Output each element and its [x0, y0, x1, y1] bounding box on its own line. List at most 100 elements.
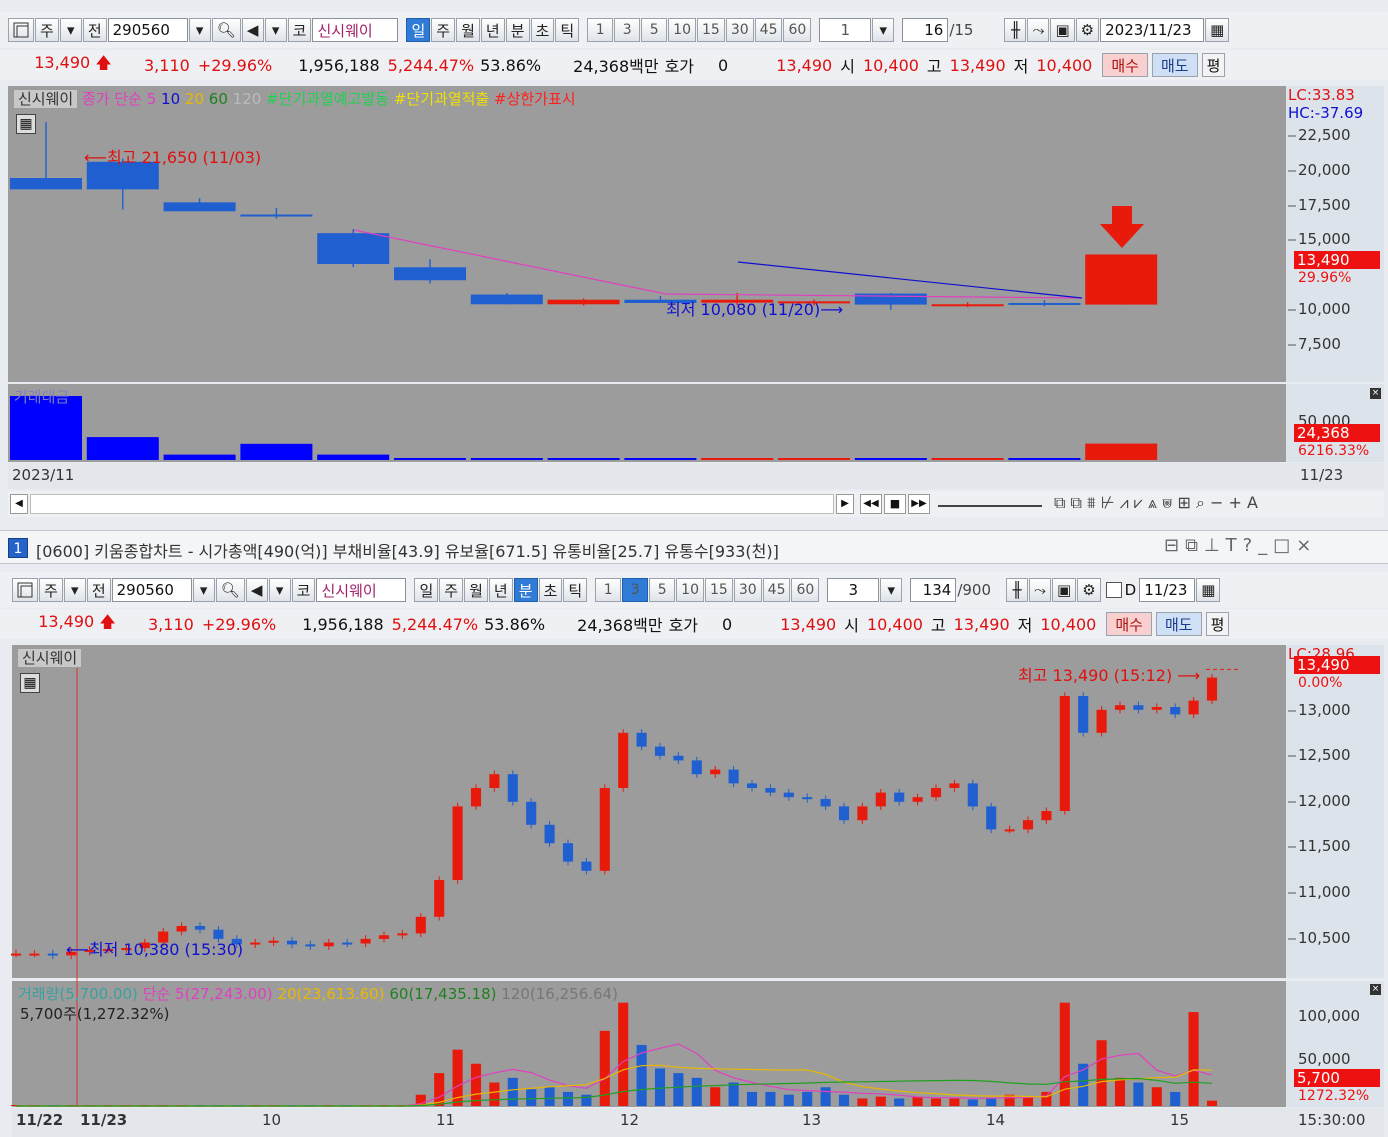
candle-body	[820, 799, 831, 807]
volume-legend-bottom: 거래량(5,700.00) 단순 5(27,243.00) 20(23,613.…	[18, 983, 618, 1004]
volume-bar	[820, 1087, 831, 1106]
candle-body	[194, 926, 206, 930]
candle-body	[47, 953, 58, 956]
ytick-12500: 12,500	[1298, 746, 1351, 764]
volume-bar	[1188, 1012, 1199, 1106]
volume-bar	[470, 1063, 482, 1106]
candle-body	[765, 788, 776, 793]
candle-body	[562, 843, 574, 862]
volume-bar	[673, 1073, 684, 1106]
candle-body	[1133, 705, 1144, 710]
candle-body	[581, 861, 592, 871]
candle-body	[489, 774, 500, 788]
x-label-12: 12	[620, 1111, 640, 1129]
candle-body	[838, 806, 850, 821]
candle-body	[1188, 700, 1199, 715]
candle-body	[710, 769, 721, 775]
ytick-13000: 13,000	[1298, 701, 1351, 719]
volume-legend-line2: 5,700주(1,272.32%)	[20, 1005, 170, 1023]
volume-bar	[710, 1087, 721, 1106]
candle-body	[728, 769, 739, 784]
candle-body	[470, 788, 482, 807]
candle-body	[360, 938, 371, 944]
volume-bar	[489, 1082, 500, 1106]
pct-tag: 0.00%	[1298, 675, 1343, 691]
volume-bar	[746, 1091, 758, 1106]
volume-bar	[526, 1089, 537, 1106]
x-label-1122: 11/22	[16, 1111, 64, 1129]
volume-bar	[544, 1087, 555, 1106]
table-toggle-icon[interactable]: ▦	[20, 673, 40, 693]
candle-body	[967, 783, 978, 807]
candle-body	[783, 792, 794, 798]
candle-body	[912, 797, 923, 802]
volume-bar	[618, 1002, 629, 1106]
candle-body	[250, 942, 261, 945]
volume-bar	[1133, 1082, 1144, 1106]
candle-body	[1004, 829, 1015, 832]
candle-body	[1096, 709, 1107, 733]
candle-body	[507, 774, 518, 802]
legend-volume: 거래량(5,700.00)	[18, 985, 138, 1003]
candle-body	[323, 942, 334, 947]
candle-body	[1114, 705, 1126, 710]
legend-vol-ma20: 20(23,613.60)	[277, 985, 385, 1003]
candle-body	[1170, 707, 1181, 715]
high-annotation: 최고 13,490 (15:12) ⟶	[1018, 666, 1201, 685]
volume-bar	[1206, 1100, 1218, 1106]
candle-body	[949, 783, 960, 788]
candle-body	[894, 792, 905, 802]
candle-body	[1022, 820, 1034, 830]
candle-body	[544, 824, 555, 844]
volume-bar	[1151, 1087, 1162, 1106]
candle-body	[378, 935, 390, 939]
candle-body	[434, 880, 445, 917]
ytick-11000: 11,000	[1298, 883, 1351, 901]
candle-body	[857, 806, 868, 821]
legend-vol-ma120: 120(16,256.64)	[501, 985, 618, 1003]
volume-bar	[986, 1097, 997, 1106]
candle-body	[654, 746, 666, 756]
volume-bar	[1114, 1077, 1126, 1106]
candle-body	[268, 940, 279, 943]
vol-tag: 5,700	[1294, 1069, 1380, 1087]
x-label-10: 10	[262, 1111, 282, 1129]
candle-body	[1078, 696, 1089, 733]
volume-bar	[507, 1077, 518, 1106]
x-label-11: 11	[436, 1111, 456, 1129]
ytick-12000: 12,000	[1298, 792, 1351, 810]
ytick-10500: 10,500	[1298, 929, 1351, 947]
candle-body	[397, 933, 408, 936]
x-label-time: 15:30:00	[1298, 1111, 1366, 1129]
candle-body	[176, 926, 187, 932]
vol-pct-tag: 1272.32%	[1298, 1088, 1370, 1104]
volume-bar	[765, 1091, 776, 1106]
vol-tick-50000: 50,000	[1298, 1050, 1351, 1068]
candle-body	[29, 953, 40, 956]
price-tag: 13,490	[1294, 656, 1380, 674]
x-label-13: 13	[802, 1111, 822, 1129]
candle-body	[10, 953, 22, 956]
volume-bar	[654, 1068, 666, 1106]
candle-body	[986, 806, 997, 830]
candle-body	[618, 732, 629, 788]
candle-body	[415, 916, 426, 934]
candle-body	[802, 797, 813, 800]
candle-body	[673, 755, 684, 761]
candle-body	[1059, 696, 1070, 811]
x-label-15: 15	[1170, 1111, 1190, 1129]
chart2-legend: 신시웨이	[18, 647, 82, 668]
candle-body	[599, 788, 610, 871]
volume-bar	[1170, 1091, 1181, 1106]
legend-stock-name: 신시웨이	[18, 649, 82, 667]
candle-body	[746, 783, 758, 788]
volume-bar	[783, 1094, 794, 1106]
candle-body	[1151, 707, 1162, 710]
volume-bar	[912, 1096, 923, 1106]
candle-body	[1041, 811, 1052, 821]
volume-bar	[875, 1096, 886, 1106]
volume-bar	[894, 1098, 905, 1106]
pane-close-icon[interactable]: ×	[1370, 984, 1381, 995]
volume-bar	[562, 1091, 574, 1106]
ytick-11500: 11,500	[1298, 837, 1351, 855]
